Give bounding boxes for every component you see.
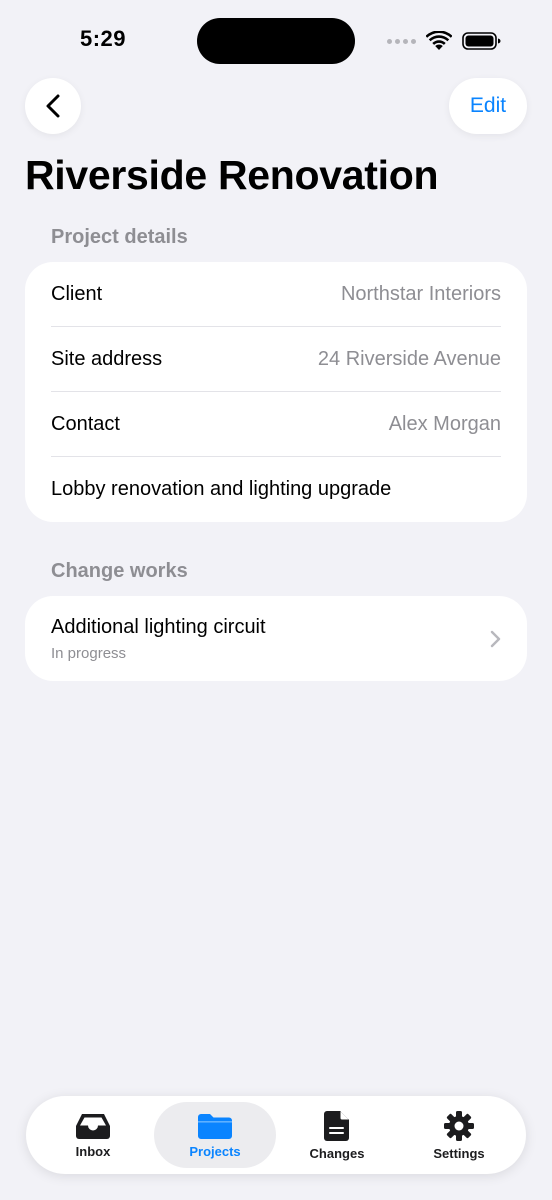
tab-bar: Inbox Projects Changes Settings <box>26 1096 526 1174</box>
tab-inbox[interactable]: Inbox <box>32 1102 154 1168</box>
wifi-icon <box>426 31 452 50</box>
chevron-left-icon <box>46 94 60 118</box>
change-work-item[interactable]: Additional lighting circuit In progress <box>25 596 527 681</box>
detail-value: Northstar Interiors <box>340 283 501 305</box>
tab-label: Projects <box>189 1143 241 1159</box>
page-title: Riverside Renovation <box>25 152 439 198</box>
cellular-signal-icon <box>387 38 416 44</box>
inbox-tray-icon <box>76 1113 110 1139</box>
detail-label: Contact <box>51 413 120 435</box>
dynamic-island <box>197 18 355 64</box>
description-text: Lobby renovation and lighting upgrade <box>51 478 392 500</box>
tab-settings[interactable]: Settings <box>398 1102 520 1168</box>
detail-row-client: Client Northstar Interiors <box>25 262 527 327</box>
section-header-project-details: Project details <box>51 226 188 248</box>
battery-icon <box>462 32 501 50</box>
change-work-status: In progress <box>51 644 127 662</box>
tab-label: Changes <box>309 1145 365 1161</box>
project-details-card: Client Northstar Interiors Site address … <box>25 262 527 522</box>
status-bar: 5:29 <box>0 0 552 80</box>
folder-icon <box>198 1113 232 1139</box>
tab-projects[interactable]: Projects <box>154 1102 276 1168</box>
change-work-title: Additional lighting circuit <box>51 615 266 638</box>
chevron-right-icon <box>490 630 501 647</box>
tab-label: Settings <box>433 1145 485 1161</box>
detail-row-site-address: Site address 24 Riverside Avenue <box>25 327 527 392</box>
gear-icon <box>444 1110 474 1141</box>
status-time: 5:29 <box>80 26 127 51</box>
detail-value: Alex Morgan <box>388 413 501 435</box>
back-button[interactable] <box>25 78 81 134</box>
detail-label: Client <box>51 283 103 305</box>
detail-value: 24 Riverside Avenue <box>317 348 501 370</box>
document-icon <box>324 1110 349 1141</box>
detail-row-contact: Contact Alex Morgan <box>25 392 527 457</box>
tab-label: Inbox <box>75 1143 111 1159</box>
tab-changes[interactable]: Changes <box>276 1102 398 1168</box>
section-header-change-works: Change works <box>51 560 188 582</box>
change-works-card: Additional lighting circuit In progress <box>25 596 527 681</box>
edit-button[interactable]: Edit <box>449 78 527 134</box>
status-icons <box>387 28 502 54</box>
project-description: Lobby renovation and lighting upgrade <box>25 457 527 522</box>
detail-label: Site address <box>51 348 163 370</box>
